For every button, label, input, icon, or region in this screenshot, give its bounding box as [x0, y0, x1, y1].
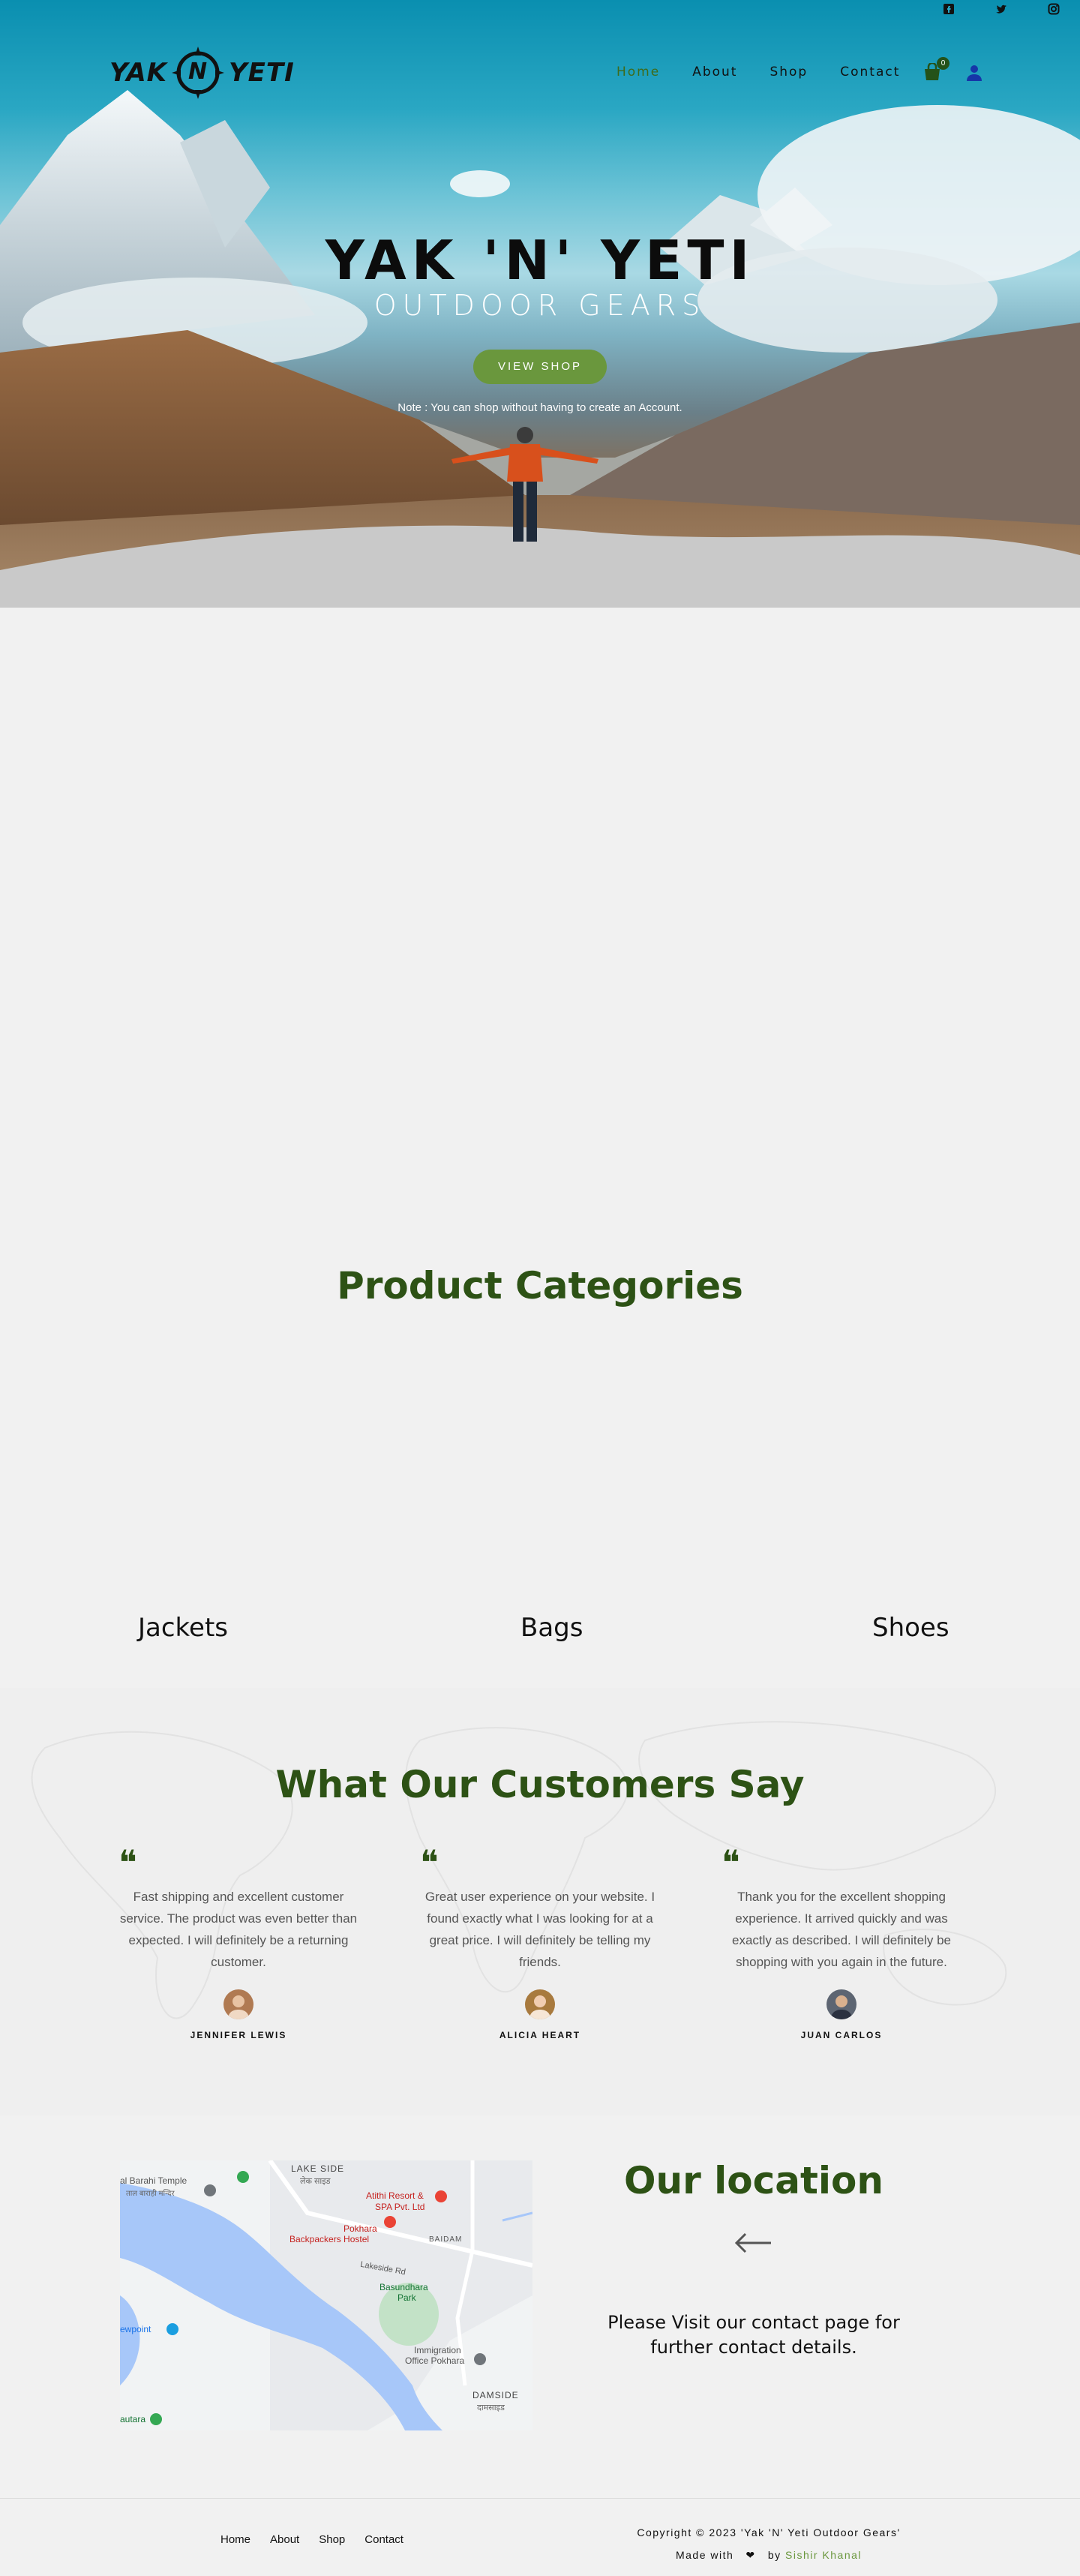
compass-icon: N	[170, 45, 226, 101]
logo-text-right: YETI	[229, 58, 295, 88]
cart-button[interactable]: 0	[922, 57, 950, 81]
map-label: ewpoint	[120, 2324, 152, 2334]
quote-icon: ❝	[420, 1842, 439, 1883]
testimonial-text: Thank you for the excellent shopping exp…	[732, 1890, 951, 1969]
category-bags[interactable]: Bags	[520, 1613, 583, 1643]
category-jackets[interactable]: Jackets	[138, 1613, 228, 1643]
user-account-button[interactable]	[967, 65, 982, 81]
hero-note: Note : You can shop without having to cr…	[398, 401, 682, 414]
testimonial-name: JENNIFER LEWIS	[190, 2030, 287, 2040]
testimonial-name: JUAN CARLOS	[800, 2030, 883, 2040]
view-shop-button[interactable]: VIEW SHOP	[473, 350, 607, 384]
made-with-text: Made with	[675, 2549, 734, 2561]
social-links	[922, 3, 1080, 21]
avatar	[826, 1989, 856, 2019]
nav-home[interactable]: Home	[616, 65, 660, 80]
map-label: लेक साइड	[300, 2177, 331, 2186]
site-logo[interactable]: YAK N YETI	[110, 39, 294, 107]
map-label: Pokhara	[344, 2223, 377, 2234]
footer-nav-shop[interactable]: Shop	[319, 2533, 345, 2546]
twitter-icon[interactable]	[975, 3, 1028, 21]
map-label: Backpackers Hostel	[290, 2234, 370, 2244]
nav-about[interactable]: About	[692, 65, 737, 80]
testimonial-text: Fast shipping and excellent customer ser…	[119, 1890, 358, 1969]
testimonial-card: ❝ Fast shipping and excellent customer s…	[118, 1845, 358, 2040]
hero-section: YAK N YETI Home About Shop Contact 0 YAK…	[0, 0, 1080, 608]
location-text: Please Visit our contact page for furthe…	[608, 2312, 900, 2358]
map-label: Immigration	[414, 2345, 461, 2355]
testimonial-text: Great user experience on your website. I…	[424, 1890, 656, 1969]
hiker-figure	[452, 427, 598, 542]
footer-nav-contact[interactable]: Contact	[364, 2533, 404, 2546]
author-link[interactable]: Sishir Khanal	[785, 2549, 862, 2561]
map-label: BAIDAM	[429, 2235, 463, 2244]
map-label: SPA Pvt. Ltd	[375, 2202, 425, 2212]
quote-icon: ❝	[118, 1842, 137, 1883]
copyright-text: Copyright © 2023 'Yak 'N' Yeti Outdoor G…	[637, 2526, 901, 2538]
logo-text-left: YAK	[110, 58, 168, 88]
testimonials-title: What Our Customers Say	[275, 1763, 805, 1806]
made-with-line: Made with ❤ by Sishir Khanal	[600, 2544, 938, 2566]
location-map[interactable]: LAKE SIDE लेक साइड al Barahi Temple ताल …	[120, 2160, 532, 2430]
map-label: Basundhara	[380, 2282, 428, 2292]
logo-text-mid: N	[188, 59, 208, 85]
map-label: al Barahi Temple	[120, 2175, 188, 2186]
cart-count-badge: 0	[937, 57, 950, 70]
footer-nav-home[interactable]: Home	[220, 2533, 250, 2546]
user-icon	[967, 65, 982, 81]
map-label: autara	[120, 2414, 146, 2424]
hero-subtitle: OUTDOOR GEARS	[374, 289, 706, 322]
location-title: Our location	[623, 2159, 884, 2202]
testimonial-card: ❝ Thank you for the excellent shopping e…	[722, 1845, 962, 2040]
map-label: Park	[398, 2292, 416, 2303]
footer-nav: Home About Shop Contact	[220, 2533, 423, 2546]
main-nav: Home About Shop Contact	[616, 65, 932, 80]
facebook-icon[interactable]	[922, 3, 975, 21]
site-footer: Home About Shop Contact Copyright © 2023…	[0, 2498, 1080, 2576]
by-text: by	[767, 2549, 782, 2561]
categories-title: Product Categories	[337, 1264, 743, 1308]
nav-contact[interactable]: Contact	[840, 65, 900, 80]
category-shoes[interactable]: Shoes	[872, 1613, 950, 1643]
map-label: ताल बाराही मन्दिर	[126, 2190, 175, 2198]
instagram-icon[interactable]	[1028, 3, 1080, 21]
hero-title: YAK 'N' YETI	[325, 229, 755, 292]
map-label: Atithi Resort &	[366, 2190, 424, 2201]
map-label: Office Pokhara	[405, 2355, 465, 2366]
arrow-left-icon[interactable]	[734, 2232, 772, 2254]
heart-icon: ❤	[737, 2549, 764, 2561]
avatar	[525, 1989, 555, 2019]
footer-copyright-block: Copyright © 2023 'Yak 'N' Yeti Outdoor G…	[600, 2521, 938, 2566]
footer-nav-about[interactable]: About	[270, 2533, 299, 2546]
testimonial-card: ❝ Great user experience on your website.…	[420, 1845, 660, 2040]
map-label: दामसाइड	[477, 2403, 505, 2412]
quote-icon: ❝	[722, 1842, 740, 1883]
testimonial-name: ALICIA HEART	[499, 2030, 581, 2040]
nav-shop[interactable]: Shop	[770, 65, 808, 80]
map-label: LAKE SIDE	[291, 2163, 345, 2174]
avatar	[224, 1989, 254, 2019]
map-label: DAMSIDE	[472, 2390, 519, 2400]
map-canvas	[120, 2160, 532, 2430]
